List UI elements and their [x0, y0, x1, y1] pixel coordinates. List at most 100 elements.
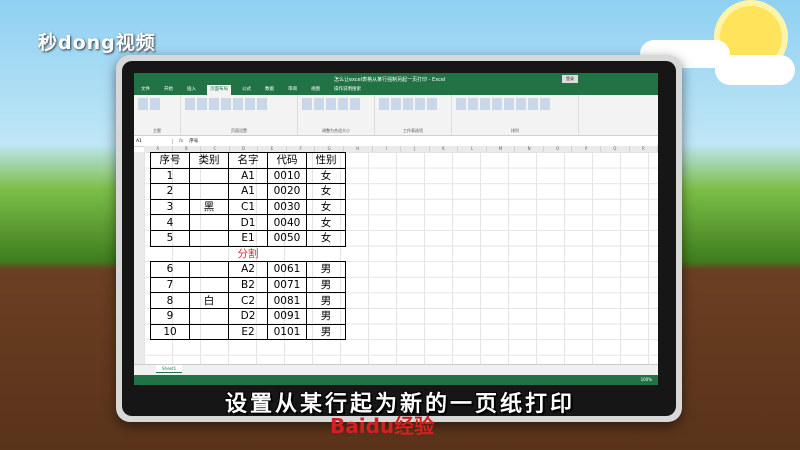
fx-icon[interactable]: fx	[173, 139, 189, 144]
tab-1[interactable]: 开始	[161, 85, 176, 95]
table-cell[interactable]: 0010	[267, 167, 307, 185]
table-cell[interactable]: A1	[228, 183, 268, 200]
table-cell[interactable]: 0091	[267, 307, 307, 325]
tab-3[interactable]: 页面布局	[207, 85, 231, 95]
table-cell[interactable]: 0081	[267, 292, 307, 309]
table-cell[interactable]: 0101	[267, 323, 307, 341]
table-cell[interactable]: 8	[150, 292, 190, 309]
table-cell[interactable]: 黑	[189, 198, 229, 216]
table-cell[interactable]: 0040	[267, 214, 307, 231]
split-cell[interactable]	[150, 245, 190, 263]
zoom-level[interactable]: 100%	[641, 375, 658, 385]
table-cell[interactable]	[189, 229, 229, 247]
tab-2[interactable]: 插入	[184, 85, 199, 95]
table-cell[interactable]: 10	[150, 323, 190, 341]
table-cell[interactable]: 9	[150, 307, 190, 325]
tab-6[interactable]: 审阅	[285, 85, 300, 95]
table-cell[interactable]	[189, 261, 229, 278]
ribbon-button[interactable]	[540, 98, 550, 110]
split-cell[interactable]	[306, 245, 346, 263]
table-cell[interactable]	[189, 276, 229, 294]
table-cell[interactable]: 6	[150, 261, 190, 278]
table-cell[interactable]: 性别	[306, 152, 346, 169]
ribbon-button[interactable]	[209, 98, 219, 110]
split-cell[interactable]: 分割	[228, 245, 268, 263]
table-cell[interactable]: E1	[228, 229, 268, 247]
table-cell[interactable]: 0050	[267, 229, 307, 247]
ribbon-button[interactable]	[480, 98, 490, 110]
login-button[interactable]: 登录	[562, 75, 578, 83]
ribbon-button[interactable]	[302, 98, 312, 110]
name-box[interactable]: A1	[134, 138, 173, 144]
table-cell[interactable]	[189, 214, 229, 231]
table-cell[interactable]: 名字	[228, 152, 268, 169]
table-cell[interactable]: B2	[228, 276, 268, 294]
table-cell[interactable]: 男	[306, 307, 346, 325]
formula-input[interactable]: 序号	[189, 138, 198, 144]
tab-8[interactable]: 操作说明搜索	[331, 85, 364, 95]
table-cell[interactable]: 3	[150, 198, 190, 216]
table-cell[interactable]	[189, 183, 229, 200]
tab-5[interactable]: 数据	[262, 85, 277, 95]
tab-7[interactable]: 视图	[308, 85, 323, 95]
table-cell[interactable]: 序号	[150, 152, 190, 169]
split-cell[interactable]	[267, 245, 307, 263]
ribbon-button[interactable]	[516, 98, 526, 110]
ribbon-button[interactable]	[350, 98, 360, 110]
table-cell[interactable]: 男	[306, 292, 346, 309]
ribbon-button[interactable]	[221, 98, 231, 110]
table-cell[interactable]: 女	[306, 183, 346, 200]
ribbon-button[interactable]	[504, 98, 514, 110]
table-cell[interactable]: 女	[306, 198, 346, 216]
table-cell[interactable]: 男	[306, 261, 346, 278]
ribbon-button[interactable]	[468, 98, 478, 110]
ribbon-button[interactable]	[456, 98, 466, 110]
tab-0[interactable]: 文件	[138, 85, 153, 95]
ribbon-button[interactable]	[314, 98, 324, 110]
table-cell[interactable]: D2	[228, 307, 268, 325]
table-cell[interactable]: 2	[150, 183, 190, 200]
ribbon-button[interactable]	[233, 98, 243, 110]
ribbon-button[interactable]	[257, 98, 267, 110]
table-cell[interactable]: 女	[306, 214, 346, 231]
table-cell[interactable]: 代码	[267, 152, 307, 169]
table-cell[interactable]: D1	[228, 214, 268, 231]
table-cell[interactable]	[189, 307, 229, 325]
table-cell[interactable]	[189, 167, 229, 185]
ribbon-button[interactable]	[427, 98, 437, 110]
split-cell[interactable]	[189, 245, 229, 263]
ribbon-button[interactable]	[391, 98, 401, 110]
ribbon-button[interactable]	[403, 98, 413, 110]
sheet-tab[interactable]: Sheet1	[156, 365, 183, 373]
ribbon-button[interactable]	[528, 98, 538, 110]
table-cell[interactable]: 0071	[267, 276, 307, 294]
ribbon-button[interactable]	[379, 98, 389, 110]
ribbon-button[interactable]	[492, 98, 502, 110]
ribbon-button[interactable]	[197, 98, 207, 110]
table-cell[interactable]: A1	[228, 167, 268, 185]
table-cell[interactable]: 女	[306, 167, 346, 185]
table-cell[interactable]: 0020	[267, 183, 307, 200]
ribbon-button[interactable]	[245, 98, 255, 110]
table-cell[interactable]: 白	[189, 292, 229, 309]
ribbon-button[interactable]	[138, 98, 148, 110]
ribbon-button[interactable]	[326, 98, 336, 110]
ribbon-button[interactable]	[338, 98, 348, 110]
table-cell[interactable]: 4	[150, 214, 190, 231]
table-cell[interactable]: E2	[228, 323, 268, 341]
table-cell[interactable]: 1	[150, 167, 190, 185]
table-cell[interactable]	[189, 323, 229, 341]
ribbon-button[interactable]	[415, 98, 425, 110]
table-cell[interactable]: 7	[150, 276, 190, 294]
table-cell[interactable]: C1	[228, 198, 268, 216]
table-cell[interactable]: 0030	[267, 198, 307, 216]
table-cell[interactable]: 男	[306, 323, 346, 341]
ribbon-button[interactable]	[185, 98, 195, 110]
table-cell[interactable]: 类别	[189, 152, 229, 169]
table-cell[interactable]: 男	[306, 276, 346, 294]
table-cell[interactable]: A2	[228, 261, 268, 278]
tab-4[interactable]: 公式	[239, 85, 254, 95]
table-cell[interactable]: 5	[150, 229, 190, 247]
table-cell[interactable]: 0061	[267, 261, 307, 278]
table-cell[interactable]: 女	[306, 229, 346, 247]
